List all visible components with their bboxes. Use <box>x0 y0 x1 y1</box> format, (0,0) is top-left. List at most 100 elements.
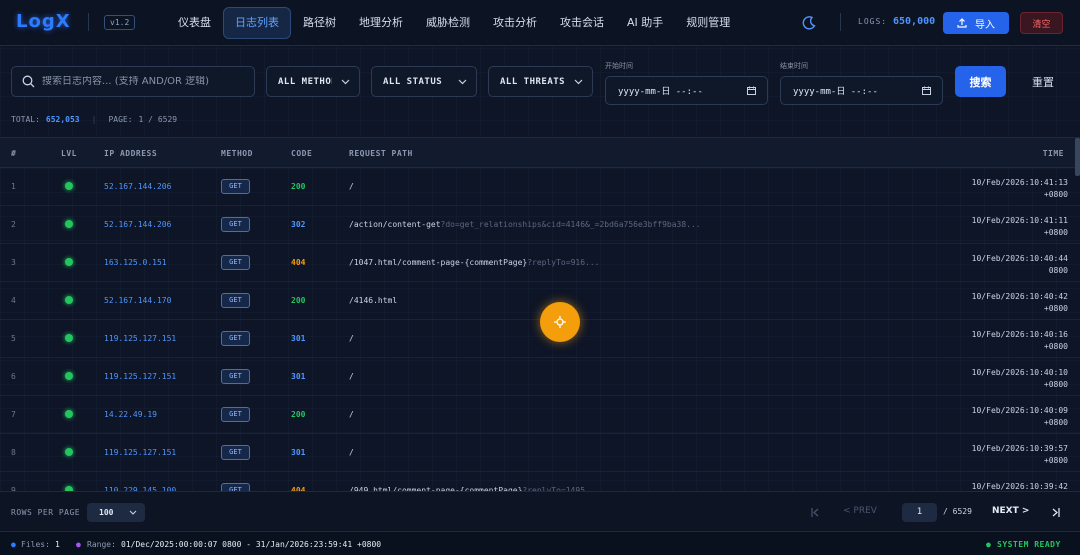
request-path[interactable]: /1047.html/comment-page-{commentPage}?re… <box>349 258 599 267</box>
start-time-input[interactable]: yyyy-mm-日 --:-- <box>605 76 768 105</box>
logs-label: LOGS: <box>858 17 888 26</box>
request-path[interactable]: / <box>349 182 354 191</box>
row-ip[interactable]: 52.167.144.206 <box>104 220 171 229</box>
ready-dot-icon: ● <box>986 540 991 549</box>
method-badge: GET <box>221 483 250 491</box>
row-ip[interactable]: 52.167.144.206 <box>104 182 171 191</box>
status-code: 301 <box>291 448 306 457</box>
first-page-icon[interactable] <box>811 508 819 517</box>
end-time-input[interactable]: yyyy-mm-日 --:-- <box>780 76 943 105</box>
floating-action-button[interactable] <box>540 302 580 342</box>
row-ip[interactable]: 119.125.127.151 <box>104 334 176 343</box>
method-badge: GET <box>221 331 250 346</box>
nav-path-tree[interactable]: 路径树 <box>292 7 347 39</box>
row-ip[interactable]: 52.167.144.170 <box>104 296 171 305</box>
last-page-icon[interactable] <box>1052 508 1060 517</box>
crosshair-icon <box>554 316 566 328</box>
reset-button[interactable]: 重置 <box>1025 66 1061 97</box>
row-number: 1 <box>11 182 16 191</box>
time-date: 10/Feb/2026:10:40:16 <box>971 330 1068 339</box>
stats-line: TOTAL: 652,053 | PAGE: 1 / 6529 <box>11 115 177 124</box>
calendar-icon[interactable] <box>922 86 931 95</box>
chevron-down-icon <box>129 510 137 515</box>
theme-toggle-moon-icon[interactable] <box>801 15 817 31</box>
col-path: REQUEST PATH <box>349 149 413 158</box>
chevron-down-icon <box>341 79 350 84</box>
row-ip[interactable]: 163.125.0.151 <box>104 258 167 267</box>
clear-button[interactable]: 清空 <box>1020 12 1063 34</box>
row-number: 2 <box>11 220 16 229</box>
level-indicator-icon <box>65 258 73 266</box>
app-header: LogX v1.2 仪表盘 日志列表 路径树 地理分析 威胁检测 攻击分析 攻击… <box>0 0 1080 46</box>
search-input[interactable] <box>42 76 242 87</box>
start-time-label: 开始时间 <box>605 62 633 70</box>
level-indicator-icon <box>65 448 73 456</box>
table-row[interactable]: 1 52.167.144.206 GET 200 / 10/Feb/2026:10:41:… <box>0 168 1080 206</box>
prev-button[interactable]: < PREV <box>843 506 877 516</box>
row-ip[interactable]: 119.125.127.151 <box>104 372 176 381</box>
total-label: TOTAL: <box>11 115 40 124</box>
method-badge: GET <box>221 255 250 270</box>
nav-ai-assistant[interactable]: AI 助手 <box>616 7 674 39</box>
table-row[interactable]: 3 163.125.0.151 GET 404/1047.html/comment-p… <box>0 244 1080 282</box>
time-zone: +0800 <box>1043 304 1068 313</box>
version-badge: v1.2 <box>104 15 136 30</box>
row-time: 10/Feb/2026:10:39:57 +0800 <box>972 443 1068 467</box>
next-button[interactable]: NEXT > <box>992 506 1029 516</box>
row-time: 10/Feb/2026:10:40:16 +0800 <box>972 329 1068 353</box>
search-button[interactable]: 搜索 <box>955 66 1006 97</box>
table-row[interactable]: 8 119.125.127.151 GET 301 / 10/Feb/2026:10:39… <box>0 434 1080 472</box>
table-row[interactable]: 6 119.125.127.151 GET 301 / 10/Feb/2026:10:40… <box>0 358 1080 396</box>
path-text: / <box>349 448 354 457</box>
path-text: /action/content-get <box>349 220 441 229</box>
logo: LogX <box>16 11 71 32</box>
request-path[interactable]: /4146.html <box>349 296 397 305</box>
table-row[interactable]: 2 52.167.144.206 GET 302/action/content-get… <box>0 206 1080 244</box>
row-number: 5 <box>11 334 16 343</box>
level-indicator-icon <box>65 372 73 380</box>
status-select[interactable]: ALL STATUS <box>371 66 477 97</box>
time-date: 10/Feb/2026:10:39:57 <box>971 444 1068 453</box>
time-date: 10/Feb/2026:10:41:13 <box>971 178 1068 187</box>
nav-dashboard[interactable]: 仪表盘 <box>167 7 222 39</box>
rows-per-page-select[interactable]: 100 <box>87 503 145 522</box>
calendar-icon[interactable] <box>747 86 756 95</box>
request-path[interactable]: / <box>349 372 354 381</box>
col-ip: IP ADDRESS <box>104 149 158 158</box>
row-ip[interactable]: 14.22.49.19 <box>104 410 157 419</box>
nav-attack-sessions[interactable]: 攻击会话 <box>549 7 615 39</box>
rows-per-page-label: ROWS PER PAGE <box>11 508 81 517</box>
search-box[interactable] <box>11 66 255 97</box>
files-dot-icon: ● <box>11 540 16 549</box>
table-row[interactable]: 9 110.229.145.100 GET 404/949.html/comment-… <box>0 472 1080 491</box>
table-row[interactable]: 7 14.22.49.19 GET 200 / 10/Feb/2026:10:40:09 +… <box>0 396 1080 434</box>
method-select[interactable]: ALL METHOD <box>266 66 360 97</box>
nav-threat-detection[interactable]: 威胁检测 <box>415 7 481 39</box>
status-code: 302 <box>291 220 306 229</box>
divider <box>88 13 89 31</box>
time-date: 10/Feb/2026:10:41:11 <box>971 216 1068 225</box>
col-level: LVL <box>61 149 77 158</box>
table-row[interactable]: 4 52.167.144.170 GET 200/4146.html 10/Feb/20… <box>0 282 1080 320</box>
time-date: 10/Feb/2026:10:40:44 <box>971 254 1068 263</box>
request-path[interactable]: / <box>349 410 354 419</box>
nav-log-list[interactable]: 日志列表 <box>223 7 291 39</box>
nav-attack-analysis[interactable]: 攻击分析 <box>482 7 548 39</box>
page-label: PAGE: <box>108 115 133 124</box>
page-number-input[interactable]: 1 <box>902 503 937 522</box>
threats-select[interactable]: ALL THREATS <box>488 66 593 97</box>
request-path[interactable]: / <box>349 448 354 457</box>
nav-rule-management[interactable]: 规则管理 <box>675 7 741 39</box>
level-indicator-icon <box>65 334 73 342</box>
row-ip[interactable]: 119.125.127.151 <box>104 448 176 457</box>
chevron-down-icon <box>458 79 467 84</box>
import-button[interactable]: 导入 <box>943 12 1009 34</box>
status-code: 200 <box>291 296 306 305</box>
path-text: / <box>349 182 354 191</box>
files-count: 1 <box>55 540 60 549</box>
nav-geo-analysis[interactable]: 地理分析 <box>348 7 414 39</box>
request-path[interactable]: / <box>349 334 354 343</box>
row-time: 10/Feb/2026:10:40:44 0800 <box>972 253 1068 277</box>
request-path[interactable]: /action/content-get?do=get_relationships… <box>349 220 699 229</box>
col-number: # <box>11 149 17 158</box>
